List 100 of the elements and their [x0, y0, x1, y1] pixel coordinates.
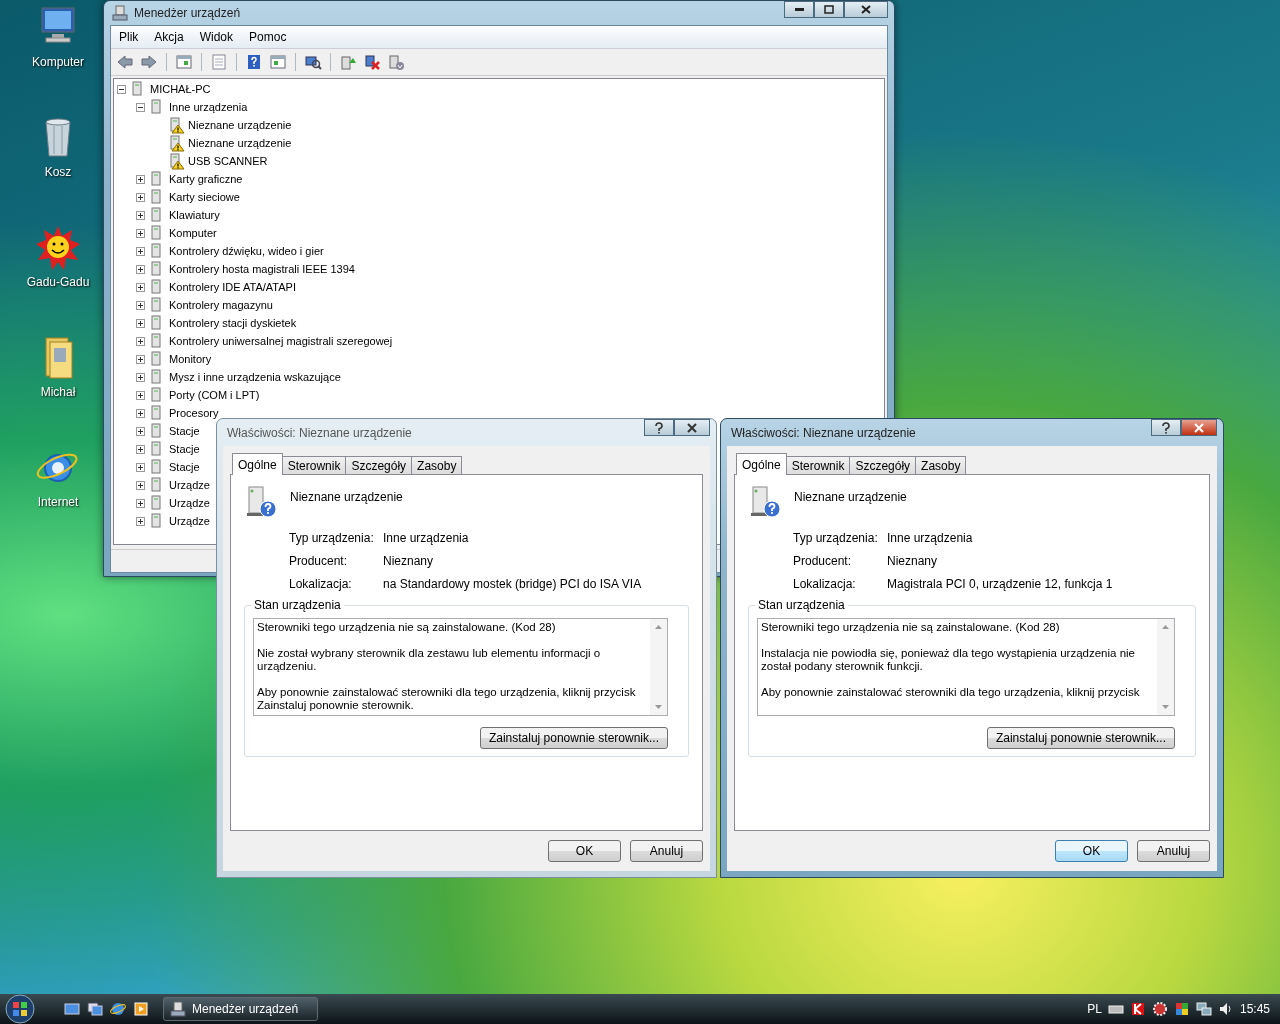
expand-button[interactable] — [136, 390, 147, 400]
tab[interactable]: Sterownik — [281, 456, 347, 474]
desktop-icon-label[interactable]: Michał — [40, 385, 76, 399]
collapse-button[interactable] — [117, 84, 128, 94]
tab[interactable]: Zasoby — [411, 456, 463, 474]
cancel-button[interactable]: Anuluj — [630, 840, 703, 862]
tab[interactable]: Szczegóły — [345, 456, 413, 474]
reinstall-driver-button[interactable]: Zainstaluj ponownie sterownik... — [479, 727, 668, 749]
tree-item[interactable]: Urządze — [168, 479, 210, 491]
desktop-icon-label[interactable]: Kosz — [44, 165, 72, 179]
tree-item[interactable]: Kontrolery stacji dyskietek — [168, 317, 297, 329]
tree-item[interactable]: Kontrolery IDE ATA/ATAPI — [168, 281, 296, 293]
expand-button[interactable] — [136, 174, 147, 184]
property-label: Lokalizacja: — [289, 577, 353, 591]
window-icon — [175, 53, 193, 71]
collapse-button[interactable] — [136, 102, 147, 112]
tree-item[interactable]: Komputer — [168, 227, 217, 239]
expand-button[interactable] — [136, 372, 147, 382]
action-button[interactable] — [267, 52, 289, 72]
tree-item[interactable]: Kontrolery dźwięku, wideo i gier — [168, 245, 324, 257]
expand-button[interactable] — [136, 462, 147, 472]
tree-item[interactable]: Urządze — [168, 497, 210, 509]
tree-item[interactable]: Porty (COM i LPT) — [168, 389, 260, 401]
expand-button[interactable] — [136, 228, 147, 238]
expand-button[interactable] — [136, 192, 147, 202]
status-text-area[interactable] — [757, 618, 1175, 716]
expand-button[interactable] — [136, 408, 147, 418]
desktop-icon-label[interactable]: Komputer — [32, 55, 84, 69]
network-icon[interactable] — [1195, 1001, 1212, 1017]
expand-button[interactable] — [136, 246, 147, 256]
reinstall-driver-button[interactable]: Zainstaluj ponownie sterownik... — [986, 727, 1175, 749]
tree-item[interactable]: Kontrolery uniwersalnej magistrali szeregowej — [168, 335, 393, 347]
expand-button[interactable] — [136, 264, 147, 274]
media-player-icon[interactable] — [133, 1001, 149, 1017]
expand-button[interactable] — [136, 210, 147, 220]
tab[interactable]: Zasoby — [915, 456, 967, 474]
tree-item[interactable]: Mysz i inne urządzenia wskazujące — [168, 371, 341, 383]
tree-item[interactable]: MICHAŁ-PC — [149, 83, 211, 95]
menu-item[interactable]: Widok — [191, 30, 242, 44]
gear-icon[interactable] — [1151, 1001, 1168, 1017]
tree-item[interactable]: USB SCANNER — [187, 155, 268, 167]
tree-item[interactable]: Procesory — [168, 407, 219, 419]
desktop-icon[interactable] — [64, 1001, 80, 1017]
maximize-button[interactable] — [814, 1, 844, 18]
tree-item[interactable]: Klawiatury — [168, 209, 220, 221]
windows-icon[interactable] — [87, 1001, 103, 1017]
view-button[interactable] — [173, 52, 195, 72]
status-text-area[interactable] — [253, 618, 668, 716]
expand-button[interactable] — [136, 300, 147, 310]
taskbar-button[interactable]: Menedżer urządzeń — [163, 997, 318, 1021]
tab[interactable]: Sterownik — [785, 456, 851, 474]
expand-button[interactable] — [136, 498, 147, 508]
plus-icon — [136, 246, 145, 256]
menu-item[interactable]: Akcja — [146, 30, 192, 44]
help-button[interactable] — [644, 419, 674, 436]
menu-item[interactable]: Plik — [111, 30, 147, 44]
minimize-button[interactable] — [784, 1, 814, 18]
cancel-button[interactable]: Anuluj — [1137, 840, 1210, 862]
plus-icon — [136, 300, 145, 310]
tree-item[interactable]: Karty sieciowe — [168, 191, 240, 203]
tree-item[interactable]: Nieznane urządzenie — [187, 137, 292, 149]
ok-button[interactable]: OK — [1055, 840, 1128, 862]
tree-item[interactable]: Karty graficzne — [168, 173, 243, 185]
tree-item[interactable]: Stacje — [168, 443, 200, 455]
expand-button[interactable] — [136, 426, 147, 436]
clock[interactable]: 15:45 — [1239, 1002, 1270, 1016]
ok-button[interactable]: OK — [548, 840, 621, 862]
speaker-icon[interactable] — [1217, 1001, 1234, 1017]
tree-item[interactable]: Stacje — [168, 425, 200, 437]
tab[interactable]: Ogólne — [736, 453, 787, 475]
plus-icon — [136, 462, 145, 472]
expand-button[interactable] — [136, 444, 147, 454]
expand-button[interactable] — [136, 318, 147, 328]
help-button[interactable] — [1151, 419, 1181, 436]
status-message: Aby ponownie zainstalować sterowniki dla tego urządzenia, kliknij przycisk Zainstaluj ponownie sterownik. — [257, 686, 637, 712]
plus-icon — [136, 516, 145, 526]
tree-item[interactable]: Inne urządzenia — [168, 101, 248, 113]
tab[interactable]: Szczegóły — [849, 456, 917, 474]
globe-icon[interactable] — [110, 1001, 126, 1017]
language-indicator[interactable]: PL — [1087, 1002, 1102, 1016]
expand-button[interactable] — [136, 282, 147, 292]
desktop-icon-label[interactable]: Gadu-Gadu — [26, 275, 90, 289]
status-message: Nie został wybrany sterownik dla zestawu lub elementu informacji o urządzeniu. — [257, 647, 602, 673]
tree-item[interactable]: Urządze — [168, 515, 210, 527]
tree-item[interactable]: Kontrolery magazynu — [168, 299, 273, 311]
tree-item[interactable]: Nieznane urządzenie — [187, 119, 292, 131]
close-button[interactable] — [674, 419, 710, 436]
minus-icon — [136, 102, 145, 112]
tree-item[interactable]: Monitory — [168, 353, 212, 365]
expand-button[interactable] — [136, 516, 147, 526]
expand-button[interactable] — [136, 480, 147, 490]
expand-button[interactable] — [136, 336, 147, 346]
tree-item[interactable]: Stacje — [168, 461, 200, 473]
expand-button[interactable] — [136, 354, 147, 364]
close-button[interactable] — [844, 1, 888, 18]
group-label: Stan urządzenia — [755, 598, 848, 612]
menu-item[interactable]: Pomoc — [241, 30, 295, 44]
tree-item[interactable]: Kontrolery hosta magistrali IEEE 1394 — [168, 263, 355, 275]
dialog-title: Właściwości: Nieznane urządzenie — [227, 425, 413, 440]
tab[interactable]: Ogólne — [232, 453, 283, 475]
